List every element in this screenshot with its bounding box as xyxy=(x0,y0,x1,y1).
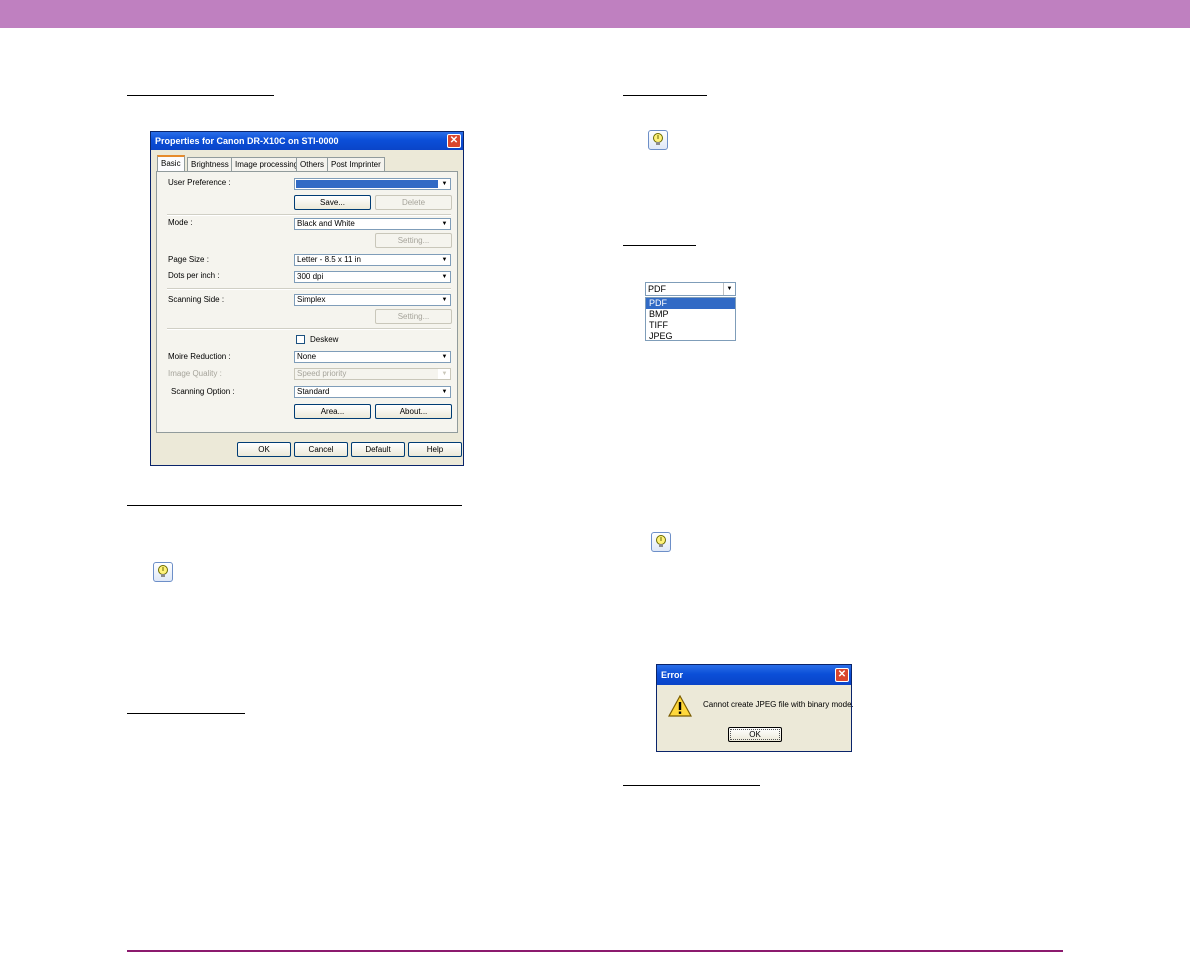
close-icon[interactable]: ✕ xyxy=(835,668,849,682)
page-size-value: Letter - 8.5 x 11 in xyxy=(297,255,361,264)
hint-icon xyxy=(651,532,671,552)
image-quality-value: Speed priority xyxy=(297,369,347,378)
deskew-checkbox[interactable] xyxy=(296,335,305,344)
dpi-value: 300 dpi xyxy=(297,272,324,281)
error-dialog: Error ✕ Cannot create JPEG file with bin… xyxy=(656,664,854,752)
heading-rule xyxy=(623,245,696,246)
divider xyxy=(167,328,451,330)
dialog-title: Properties for Canon DR-X10C on STI-0000 xyxy=(151,132,463,150)
scanning-side-value: Simplex xyxy=(297,295,326,304)
area-button[interactable]: Area... xyxy=(294,404,371,419)
tab-others[interactable]: Others xyxy=(296,157,329,171)
cancel-button[interactable]: Cancel xyxy=(294,442,348,457)
file-type-select[interactable]: PDF ▼ xyxy=(645,282,736,296)
chevron-down-icon: ▼ xyxy=(438,369,450,379)
top-color-bar xyxy=(0,0,1190,28)
scanning-option-label: Scanning Option : xyxy=(171,387,235,396)
moire-reduction-value: None xyxy=(297,352,317,361)
close-icon[interactable]: ✕ xyxy=(447,134,461,148)
dropdown-option-tiff[interactable]: TIFF xyxy=(646,320,735,331)
bottom-rule xyxy=(127,950,1063,952)
page-size-select[interactable]: Letter - 8.5 x 11 in ▼ xyxy=(294,254,451,266)
hint-icon xyxy=(153,562,173,582)
scanning-option-select[interactable]: Standard ▼ xyxy=(294,386,451,398)
error-message: Cannot create JPEG file with binary mode… xyxy=(703,700,854,709)
tab-basic[interactable]: Basic xyxy=(157,155,185,172)
chevron-down-icon: ▼ xyxy=(438,387,450,397)
help-button[interactable]: Help xyxy=(408,442,462,457)
basic-tab-panel: User Preference : ▼ Save... Delete Mode … xyxy=(156,171,458,433)
scanning-option-value: Standard xyxy=(297,387,330,396)
error-ok-button[interactable]: OK xyxy=(728,727,782,742)
dropdown-option-pdf[interactable]: PDF xyxy=(646,298,735,309)
chevron-down-icon: ▼ xyxy=(438,295,450,305)
save-button[interactable]: Save... xyxy=(294,195,371,210)
page-size-label: Page Size : xyxy=(168,255,209,264)
about-button[interactable]: About... xyxy=(375,404,452,419)
scanning-side-label: Scanning Side : xyxy=(168,295,225,304)
default-button[interactable]: Default xyxy=(351,442,405,457)
delete-button[interactable]: Delete xyxy=(375,195,452,210)
divider xyxy=(167,214,451,216)
scanning-side-select[interactable]: Simplex ▼ xyxy=(294,294,451,306)
chevron-down-icon: ▼ xyxy=(438,255,450,265)
side-setting-button[interactable]: Setting... xyxy=(375,309,452,324)
image-quality-select[interactable]: Speed priority ▼ xyxy=(294,368,451,380)
deskew-label: Deskew xyxy=(310,335,339,344)
file-type-value: PDF xyxy=(648,284,666,294)
heading-rule xyxy=(127,505,462,506)
tab-image-processing[interactable]: Image processing xyxy=(231,157,303,171)
dpi-select[interactable]: 300 dpi ▼ xyxy=(294,271,451,283)
dropdown-option-jpeg[interactable]: JPEG xyxy=(646,331,735,342)
warning-icon xyxy=(668,695,692,717)
tab-brightness[interactable]: Brightness xyxy=(187,157,233,171)
mode-select[interactable]: Black and White ▼ xyxy=(294,218,451,230)
file-type-dropdown-list: PDF BMP TIFF JPEG xyxy=(645,297,736,341)
dpi-label: Dots per inch : xyxy=(168,271,220,280)
heading-rule xyxy=(623,95,707,96)
hint-icon xyxy=(648,130,668,150)
mode-label: Mode : xyxy=(168,218,193,227)
heading-rule xyxy=(623,785,760,786)
divider xyxy=(167,288,451,290)
moire-reduction-select[interactable]: None ▼ xyxy=(294,351,451,363)
heading-rule xyxy=(127,95,274,96)
mode-setting-button[interactable]: Setting... xyxy=(375,233,452,248)
properties-dialog: Properties for Canon DR-X10C on STI-0000… xyxy=(150,131,464,466)
mode-value: Black and White xyxy=(297,219,355,228)
heading-rule xyxy=(127,713,245,714)
chevron-down-icon: ▼ xyxy=(723,283,735,295)
chevron-down-icon: ▼ xyxy=(438,179,450,189)
ok-button[interactable]: OK xyxy=(237,442,291,457)
chevron-down-icon: ▼ xyxy=(438,352,450,362)
error-dialog-title: Error xyxy=(657,665,851,685)
dropdown-option-bmp[interactable]: BMP xyxy=(646,309,735,320)
moire-reduction-label: Moire Reduction : xyxy=(168,352,231,361)
image-quality-label: Image Quality : xyxy=(168,369,222,378)
selection-highlight xyxy=(296,180,438,188)
chevron-down-icon: ▼ xyxy=(438,272,450,282)
tab-post-imprinter[interactable]: Post Imprinter xyxy=(327,157,385,171)
user-preference-label: User Preference : xyxy=(168,178,231,187)
chevron-down-icon: ▼ xyxy=(438,219,450,229)
user-preference-select[interactable]: ▼ xyxy=(294,178,451,190)
